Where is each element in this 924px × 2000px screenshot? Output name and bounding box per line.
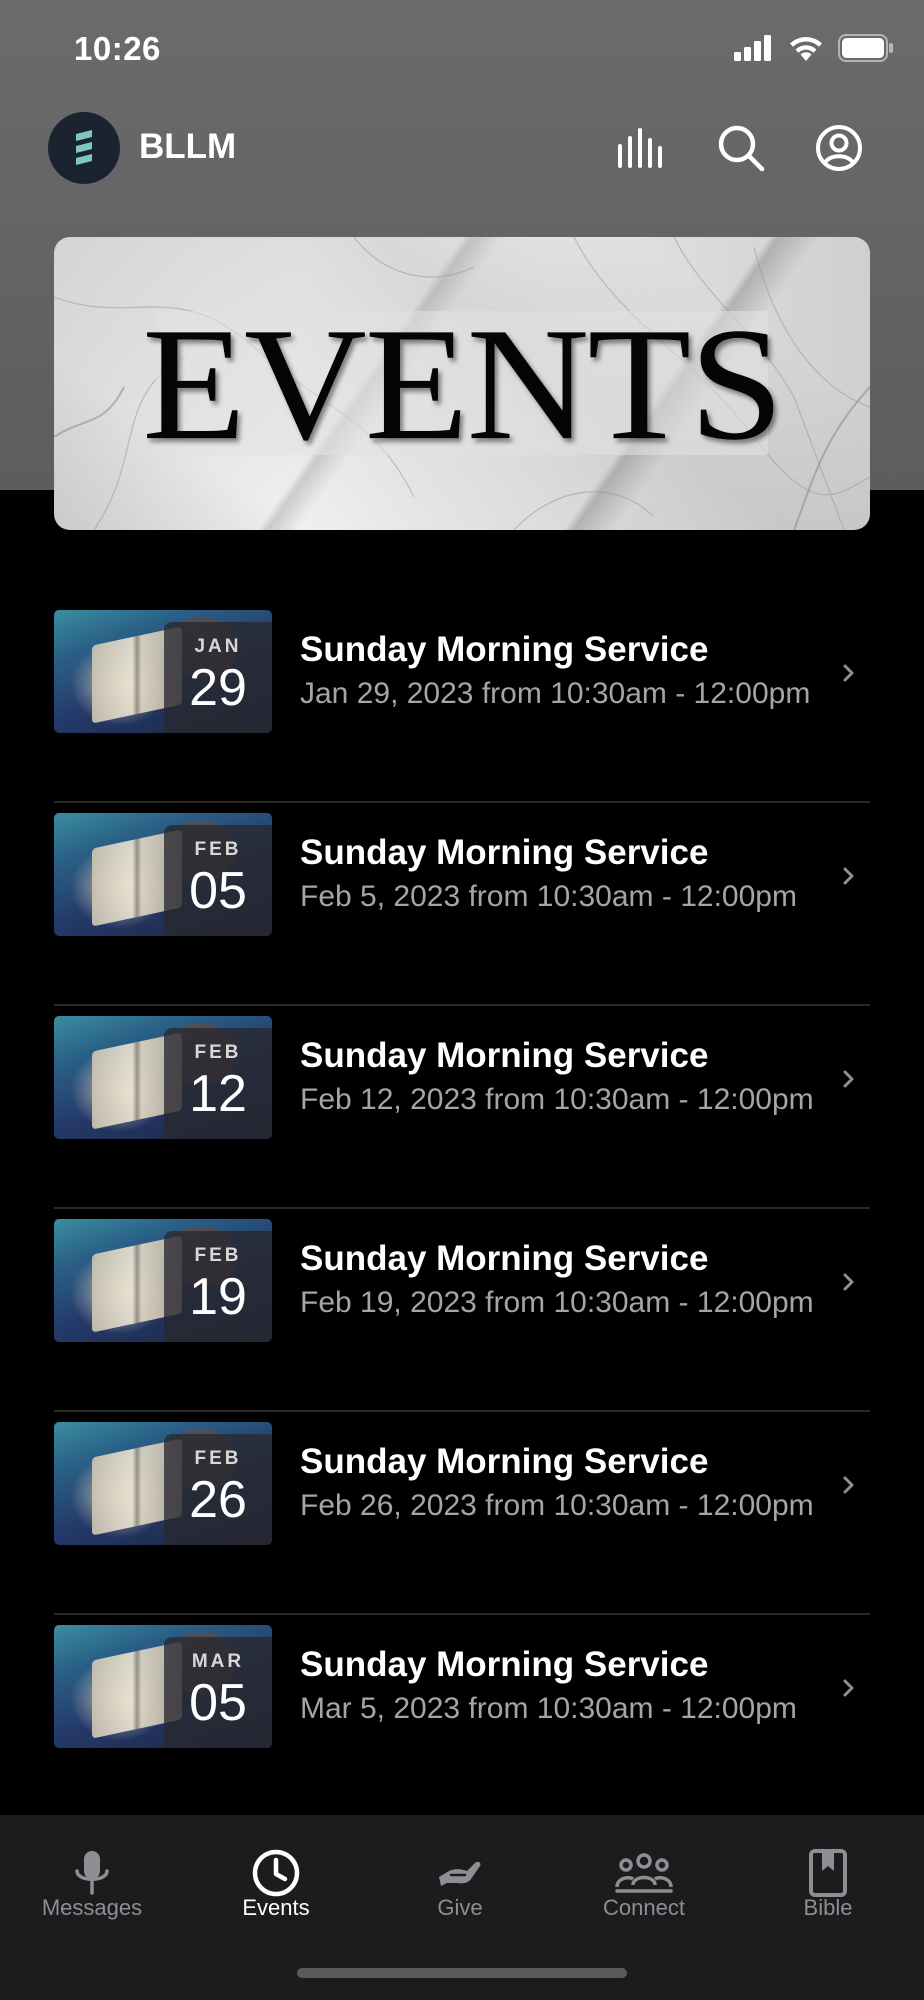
event-thumbnail: FEB 05 (54, 813, 272, 936)
tab-connect[interactable]: Connect (552, 1815, 736, 1955)
battery-icon (838, 34, 893, 62)
status-time: 10:26 (74, 30, 161, 67)
tab-bible[interactable]: Bible (736, 1815, 920, 1955)
chevron-right-icon (843, 1273, 854, 1291)
event-row[interactable]: FEB 12 Sunday Morning Service Feb 12, 20… (54, 1006, 870, 1209)
event-title: Sunday Morning Service (300, 833, 709, 872)
date-badge: JAN 29 (164, 622, 272, 733)
wifi-icon (790, 37, 822, 61)
clock-icon (246, 1843, 306, 1903)
app-name: BLLM (139, 127, 237, 166)
app-header: BLLM (0, 100, 924, 200)
date-month: FEB (194, 1245, 242, 1266)
event-title: Sunday Morning Service (300, 1645, 709, 1684)
tab-label: Give (437, 1895, 483, 1920)
audio-bars-button[interactable] (614, 120, 670, 176)
account-button[interactable] (811, 120, 867, 176)
event-row[interactable]: FEB 26 Sunday Morning Service Feb 26, 20… (54, 1412, 870, 1615)
tab-label: Bible (803, 1895, 853, 1920)
event-subtitle: Feb 12, 2023 from 10:30am - 12:00pm (300, 1083, 814, 1116)
event-subtitle: Jan 29, 2023 from 10:30am - 12:00pm (300, 677, 811, 710)
event-subtitle: Feb 19, 2023 from 10:30am - 12:00pm (300, 1286, 814, 1319)
event-row[interactable]: MAR 05 Sunday Morning Service Mar 5, 202… (54, 1615, 870, 1818)
date-month: FEB (194, 839, 242, 860)
event-thumbnail: FEB 26 (54, 1422, 272, 1545)
book-icon (798, 1843, 858, 1903)
events-list: JAN 29 Sunday Morning Service Jan 29, 20… (54, 600, 870, 1818)
audio-bars-icon (618, 128, 662, 168)
date-badge: MAR 05 (164, 1637, 272, 1748)
date-day: 26 (189, 1471, 247, 1529)
date-badge: FEB 12 (164, 1028, 272, 1139)
event-row[interactable]: FEB 05 Sunday Morning Service Feb 5, 202… (54, 803, 870, 1006)
chevron-right-icon (843, 1476, 854, 1494)
event-title: Sunday Morning Service (300, 630, 709, 669)
chevron-right-icon (843, 1679, 854, 1697)
tab-label: Messages (41, 1895, 143, 1920)
event-title: Sunday Morning Service (300, 1036, 709, 1075)
date-day: 29 (189, 659, 247, 717)
event-subtitle: Feb 5, 2023 from 10:30am - 12:00pm (300, 880, 797, 913)
event-subtitle: Feb 26, 2023 from 10:30am - 12:00pm (300, 1489, 814, 1522)
date-day: 12 (189, 1065, 247, 1123)
event-thumbnail: JAN 29 (54, 610, 272, 733)
event-title: Sunday Morning Service (300, 1442, 709, 1481)
banner-title: EVENTS (142, 294, 784, 474)
date-badge: FEB 26 (164, 1434, 272, 1545)
date-month: FEB (194, 1042, 242, 1063)
event-row[interactable]: FEB 19 Sunday Morning Service Feb 19, 20… (54, 1209, 870, 1412)
event-subtitle: Mar 5, 2023 from 10:30am - 12:00pm (300, 1692, 797, 1725)
tab-label: Events (242, 1895, 310, 1920)
chevron-right-icon (843, 664, 854, 682)
app-logo[interactable] (48, 112, 120, 184)
home-indicator[interactable] (297, 1968, 627, 1978)
tab-label: Connect (603, 1895, 685, 1920)
people-group-icon (614, 1843, 674, 1903)
tab-events[interactable]: Events (184, 1815, 368, 1955)
event-row[interactable]: JAN 29 Sunday Morning Service Jan 29, 20… (54, 600, 870, 803)
event-thumbnail: MAR 05 (54, 1625, 272, 1748)
event-thumbnail: FEB 19 (54, 1219, 272, 1342)
date-badge: FEB 05 (164, 825, 272, 936)
events-banner: EVENTS (54, 237, 870, 530)
event-thumbnail: FEB 12 (54, 1016, 272, 1139)
cellular-signal-icon (734, 35, 771, 61)
date-day: 05 (189, 862, 247, 920)
microphone-icon (62, 1843, 122, 1903)
date-badge: FEB 19 (164, 1231, 272, 1342)
account-icon (816, 125, 862, 171)
chevron-right-icon (843, 1070, 854, 1088)
date-month: JAN (194, 636, 242, 657)
tab-messages[interactable]: Messages (0, 1815, 184, 1955)
date-day: 19 (189, 1268, 247, 1326)
giving-hand-icon (430, 1843, 490, 1903)
search-button[interactable] (713, 120, 769, 176)
status-icons (734, 34, 894, 62)
status-bar: 10:26 (0, 0, 924, 100)
chevron-right-icon (843, 867, 854, 885)
date-day: 05 (189, 1674, 247, 1732)
date-month: MAR (191, 1651, 245, 1672)
logo-mark-icon (76, 130, 92, 165)
tab-give[interactable]: Give (368, 1815, 552, 1955)
date-month: FEB (194, 1448, 242, 1469)
search-icon (718, 125, 765, 172)
event-title: Sunday Morning Service (300, 1239, 709, 1278)
